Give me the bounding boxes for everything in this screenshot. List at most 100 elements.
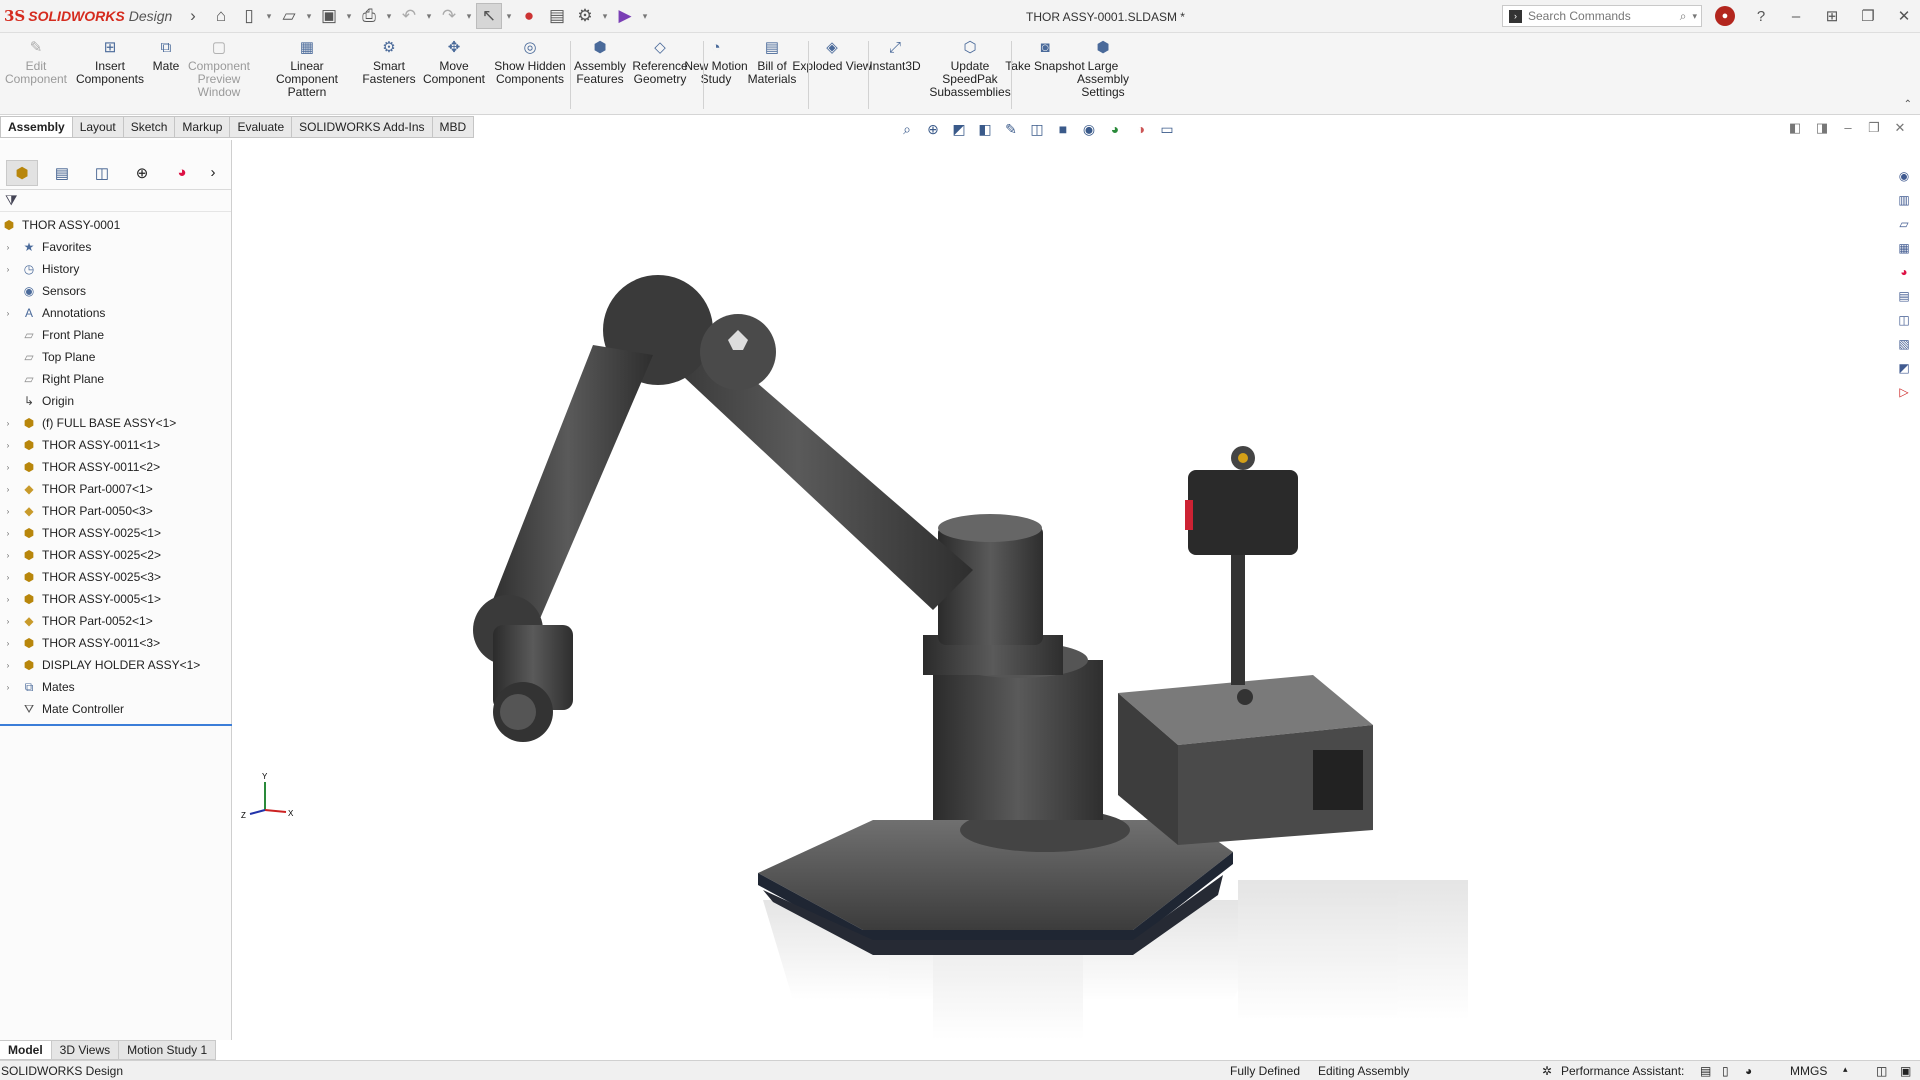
viewport-next-icon[interactable]: ◨ bbox=[1812, 120, 1832, 140]
bottom-tab-3d-views[interactable]: 3D Views bbox=[51, 1040, 120, 1060]
hide-show-items-icon[interactable]: ◉ bbox=[1078, 118, 1100, 140]
redo-icon[interactable]: ↷ bbox=[436, 3, 462, 29]
expand-chevron-icon[interactable]: › bbox=[2, 463, 14, 472]
tree-item[interactable]: › ★ Favorites bbox=[0, 236, 231, 258]
home-icon[interactable]: ⌂ bbox=[208, 3, 234, 29]
display-style-icon[interactable]: ■ bbox=[1052, 118, 1074, 140]
help-icon[interactable]: ? bbox=[1749, 5, 1773, 27]
tab-sketch[interactable]: Sketch bbox=[123, 116, 176, 138]
options-gear-icon[interactable]: ⚙ bbox=[572, 3, 598, 29]
expand-chevron-icon[interactable]: › bbox=[2, 595, 14, 604]
large-assembly-settings-button[interactable]: ⬢ Large Assembly Settings bbox=[1063, 37, 1143, 99]
print-dropdown-icon[interactable]: ▾ bbox=[384, 11, 394, 22]
user-account-button[interactable]: ● bbox=[1713, 5, 1737, 27]
feature-manager-tab-icon[interactable]: ⬢ bbox=[6, 159, 38, 186]
forum-icon[interactable]: ◫ bbox=[1894, 310, 1914, 329]
tree-item[interactable]: ▱ Front Plane bbox=[0, 324, 231, 346]
design-library-icon[interactable]: ▥ bbox=[1894, 190, 1914, 209]
tab-layout[interactable]: Layout bbox=[72, 116, 124, 138]
viewport-minimize-icon[interactable]: – bbox=[1838, 120, 1858, 140]
expand-chevron-icon[interactable]: › bbox=[2, 529, 14, 538]
rebuild-icon[interactable]: ● bbox=[516, 3, 542, 29]
file-properties-icon[interactable]: ▤ bbox=[544, 3, 570, 29]
undo-icon[interactable]: ↶ bbox=[396, 3, 422, 29]
viewport-close-icon[interactable]: ✕ bbox=[1890, 120, 1910, 140]
tree-item[interactable]: › ◆ THOR Part-0007<1> bbox=[0, 478, 231, 500]
tab-evaluate[interactable]: Evaluate bbox=[230, 116, 293, 138]
edit-appearance-icon[interactable]: ◕ bbox=[1104, 118, 1126, 140]
tree-item[interactable]: ↳ Origin bbox=[0, 390, 231, 412]
expand-tabs-chevron-icon[interactable]: › bbox=[206, 160, 220, 186]
expand-chevron-icon[interactable]: › bbox=[2, 485, 14, 494]
zoom-to-area-icon[interactable]: ⊕ bbox=[922, 118, 944, 140]
expand-chevron-icon[interactable]: › bbox=[2, 507, 14, 516]
3d-content-icon[interactable]: ◩ bbox=[1894, 358, 1914, 377]
status-mouse-icon[interactable]: ▯ bbox=[1722, 1064, 1729, 1078]
view-orientation-icon[interactable]: ◫ bbox=[1026, 118, 1048, 140]
view-settings-icon[interactable]: ▭ bbox=[1156, 118, 1178, 140]
tree-item[interactable]: › ◷ History bbox=[0, 258, 231, 280]
open-icon[interactable]: ▱ bbox=[276, 3, 302, 29]
collapse-ribbon-icon[interactable]: ⌃ bbox=[1904, 99, 1912, 110]
move-component-button[interactable]: ✥ Move Component bbox=[414, 37, 494, 86]
section-view-icon[interactable]: ◧ bbox=[974, 118, 996, 140]
linear-component-pattern-button[interactable]: ▦ Linear Component Pattern bbox=[267, 37, 347, 99]
expand-chevron-icon[interactable]: › bbox=[2, 265, 14, 274]
new-document-icon[interactable]: ▯ bbox=[236, 3, 262, 29]
redo-dropdown-icon[interactable]: ▾ bbox=[464, 11, 474, 22]
dynamic-annotation-icon[interactable]: ✎ bbox=[1000, 118, 1022, 140]
select-dropdown-icon[interactable]: ▾ bbox=[504, 11, 514, 22]
status-theme-icon[interactable]: ◕ bbox=[1745, 1064, 1752, 1078]
filter-icon[interactable]: ⧩ bbox=[5, 192, 18, 209]
tab-assembly[interactable]: Assembly bbox=[0, 116, 73, 138]
tree-item[interactable]: › ⬢ THOR ASSY-0025<1> bbox=[0, 522, 231, 544]
options-dropdown-icon[interactable]: ▾ bbox=[600, 11, 610, 22]
restore-icon[interactable]: ❐ bbox=[1856, 5, 1880, 27]
graphics-area[interactable]: Y X Z bbox=[233, 140, 1883, 1040]
edit-component-button[interactable]: ✎ Edit Component bbox=[0, 37, 76, 86]
menu-arrow-icon[interactable]: › bbox=[180, 3, 206, 29]
tree-item[interactable]: › ⬢ THOR ASSY-0011<2> bbox=[0, 456, 231, 478]
property-manager-tab-icon[interactable]: ▤ bbox=[46, 160, 78, 186]
tab-mbd[interactable]: MBD bbox=[432, 116, 475, 138]
custom-properties-icon[interactable]: ▤ bbox=[1894, 286, 1914, 305]
tree-item[interactable]: › A Annotations bbox=[0, 302, 231, 324]
tree-item[interactable]: › ⬢ THOR ASSY-0025<2> bbox=[0, 544, 231, 566]
save-icon[interactable]: ▣ bbox=[316, 3, 342, 29]
tree-item[interactable]: › ⬢ THOR ASSY-0011<1> bbox=[0, 434, 231, 456]
close-icon[interactable]: ✕ bbox=[1892, 5, 1916, 27]
tree-item[interactable]: › ⬢ THOR ASSY-0025<3> bbox=[0, 566, 231, 588]
configuration-manager-tab-icon[interactable]: ◫ bbox=[86, 160, 118, 186]
tree-item[interactable]: › ⬢ (f) FULL BASE ASSY<1> bbox=[0, 412, 231, 434]
tree-item[interactable]: › ◆ THOR Part-0052<1> bbox=[0, 610, 231, 632]
toolbox-icon[interactable]: ▧ bbox=[1894, 334, 1914, 353]
tree-item[interactable]: › ⬢ THOR ASSY-0005<1> bbox=[0, 588, 231, 610]
expand-chevron-icon[interactable]: › bbox=[2, 309, 14, 318]
update-speedpak-subassemblies-button[interactable]: ⬡ Update SpeedPak Subassemblies bbox=[929, 37, 1010, 99]
instant3d-button[interactable]: ⤢ Instant3D bbox=[855, 37, 935, 73]
bottom-tab-motion-study-1[interactable]: Motion Study 1 bbox=[119, 1040, 217, 1060]
expand-chevron-icon[interactable]: › bbox=[2, 419, 14, 428]
dimxpert-manager-tab-icon[interactable]: ⊕ bbox=[126, 160, 158, 186]
tab-markup[interactable]: Markup bbox=[175, 116, 231, 138]
tile-windows-icon[interactable]: ⊞ bbox=[1820, 5, 1844, 27]
viewport-prev-icon[interactable]: ◧ bbox=[1785, 120, 1805, 140]
zoom-to-fit-icon[interactable]: ⌕ bbox=[896, 118, 918, 140]
show-hidden-components-button[interactable]: ◎ Show Hidden Components bbox=[490, 37, 570, 86]
expand-chevron-icon[interactable]: › bbox=[2, 661, 14, 670]
print-icon[interactable]: ⎙ bbox=[356, 3, 382, 29]
status-assistant[interactable]: Performance Assistant: bbox=[1561, 1064, 1684, 1078]
expand-chevron-icon[interactable]: › bbox=[2, 573, 14, 582]
macro-run-icon[interactable]: ▶ bbox=[612, 3, 638, 29]
apply-scene-icon[interactable]: ◑ bbox=[1130, 118, 1152, 140]
tree-item[interactable]: › ⬢ DISPLAY HOLDER ASSY<1> bbox=[0, 654, 231, 676]
tree-item[interactable]: ▱ Top Plane bbox=[0, 346, 231, 368]
open-dropdown-icon[interactable]: ▾ bbox=[304, 11, 314, 22]
solidworks-resources-icon[interactable]: ◉ bbox=[1894, 166, 1914, 185]
tree-item[interactable]: › ⬢ THOR ASSY-0011<3> bbox=[0, 632, 231, 654]
status-comments-icon[interactable]: ◫ bbox=[1876, 1064, 1887, 1078]
tree-item[interactable]: ⬢ THOR ASSY-0001 bbox=[0, 214, 231, 236]
view-palette-icon[interactable]: ▦ bbox=[1894, 238, 1914, 257]
expand-chevron-icon[interactable]: › bbox=[2, 683, 14, 692]
select-pointer-icon[interactable]: ↖ bbox=[476, 3, 502, 29]
